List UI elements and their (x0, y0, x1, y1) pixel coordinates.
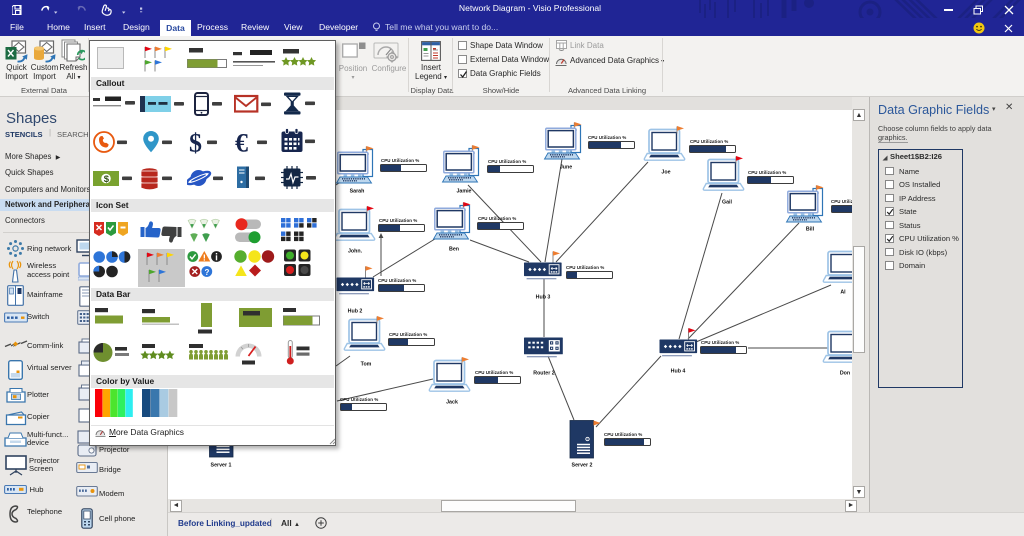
svg-text:?: ? (205, 268, 210, 277)
svg-text:$: $ (104, 174, 110, 185)
svg-text:€: € (235, 129, 248, 158)
svg-text:$: $ (189, 129, 202, 158)
